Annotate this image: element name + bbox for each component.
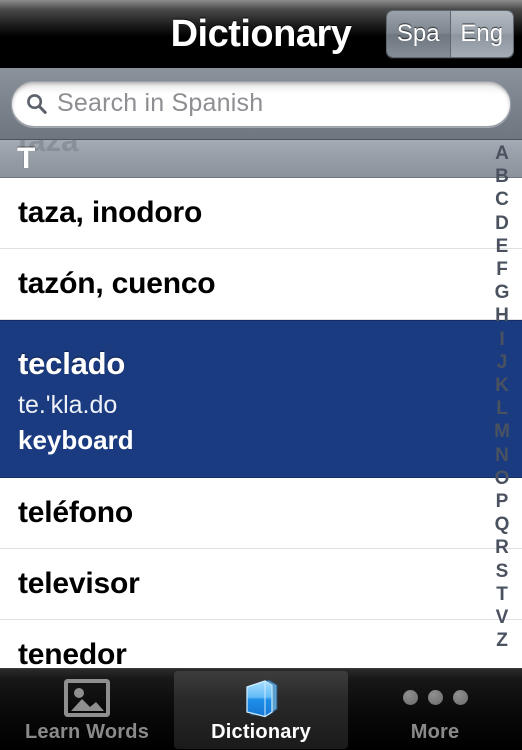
list-item[interactable]: taza, inodoro xyxy=(0,178,522,249)
word-term: tazón, cuenco xyxy=(18,267,216,300)
index-letter[interactable]: N xyxy=(482,444,522,467)
list-item[interactable]: televisor xyxy=(0,549,522,620)
app-root: Dictionary Spa Eng Search in Spanish taz… xyxy=(0,0,522,750)
tab-label: More xyxy=(410,720,460,743)
index-letter[interactable]: C xyxy=(482,188,522,211)
index-letter[interactable]: D xyxy=(482,212,522,235)
word-term: tenedor xyxy=(18,638,127,668)
section-header-letter: T xyxy=(17,142,36,175)
search-field[interactable]: Search in Spanish xyxy=(11,80,511,127)
word-term: televisor xyxy=(18,567,140,600)
search-bar: Search in Spanish xyxy=(0,68,522,140)
index-letter[interactable]: B xyxy=(482,165,522,188)
word-term: taza, inodoro xyxy=(18,196,203,229)
index-letter[interactable]: E xyxy=(482,235,522,258)
section-header: taza T xyxy=(0,140,522,178)
word-phonetic: te.'kla.do xyxy=(18,391,118,419)
tab-learn-words[interactable]: Learn Words xyxy=(0,669,174,750)
index-letter[interactable]: S xyxy=(482,560,522,583)
index-letter[interactable]: F xyxy=(482,258,522,281)
language-segmented-control[interactable]: Spa Eng xyxy=(386,10,514,58)
index-letter[interactable]: L xyxy=(482,397,522,420)
word-term: teclado xyxy=(18,346,126,381)
index-letter[interactable]: I xyxy=(482,328,522,351)
search-icon xyxy=(26,93,47,114)
index-letter[interactable]: V xyxy=(482,606,522,629)
photo-icon xyxy=(64,676,110,720)
list-item[interactable]: tenedor xyxy=(0,620,522,668)
index-letter[interactable]: K xyxy=(482,374,522,397)
segment-spanish[interactable]: Spa xyxy=(387,11,450,57)
index-letter[interactable]: R xyxy=(482,536,522,559)
list-item-selected[interactable]: teclado te.'kla.do keyboard xyxy=(0,320,522,478)
book-icon xyxy=(239,676,283,720)
search-input-placeholder[interactable]: Search in Spanish xyxy=(57,89,263,118)
index-letter[interactable]: A xyxy=(482,142,522,165)
tab-more[interactable]: More xyxy=(348,669,522,750)
tab-bar: Learn Words Dictionary More xyxy=(0,668,522,750)
index-letter[interactable]: J xyxy=(482,351,522,374)
list-item[interactable]: tazón, cuenco xyxy=(0,249,522,320)
alphabet-index[interactable]: A B C D E F G H I J K L M N O P Q R S T … xyxy=(482,140,522,668)
navigation-bar: Dictionary Spa Eng xyxy=(0,0,522,68)
dot xyxy=(402,690,418,705)
tab-dictionary[interactable]: Dictionary xyxy=(174,671,348,749)
tab-label: Dictionary xyxy=(211,721,311,743)
dot xyxy=(452,690,468,705)
index-letter[interactable]: M xyxy=(482,420,522,443)
index-letter[interactable]: G xyxy=(482,281,522,304)
dot xyxy=(427,690,443,705)
segment-english[interactable]: Eng xyxy=(450,11,513,57)
index-letter[interactable]: Q xyxy=(482,513,522,536)
index-letter[interactable]: Z xyxy=(482,629,522,652)
ellipsis-icon xyxy=(402,676,468,720)
index-letter[interactable]: H xyxy=(482,304,522,327)
tab-label: Learn Words xyxy=(24,720,150,743)
word-list[interactable]: taza T taza, inodoro tazón, cuenco tecla… xyxy=(0,140,522,668)
index-letter[interactable]: P xyxy=(482,490,522,513)
index-letter[interactable]: O xyxy=(482,467,522,490)
index-letter[interactable]: T xyxy=(482,583,522,606)
word-translation: keyboard xyxy=(18,425,134,455)
word-term: teléfono xyxy=(18,496,134,529)
list-item[interactable]: teléfono xyxy=(0,478,522,549)
